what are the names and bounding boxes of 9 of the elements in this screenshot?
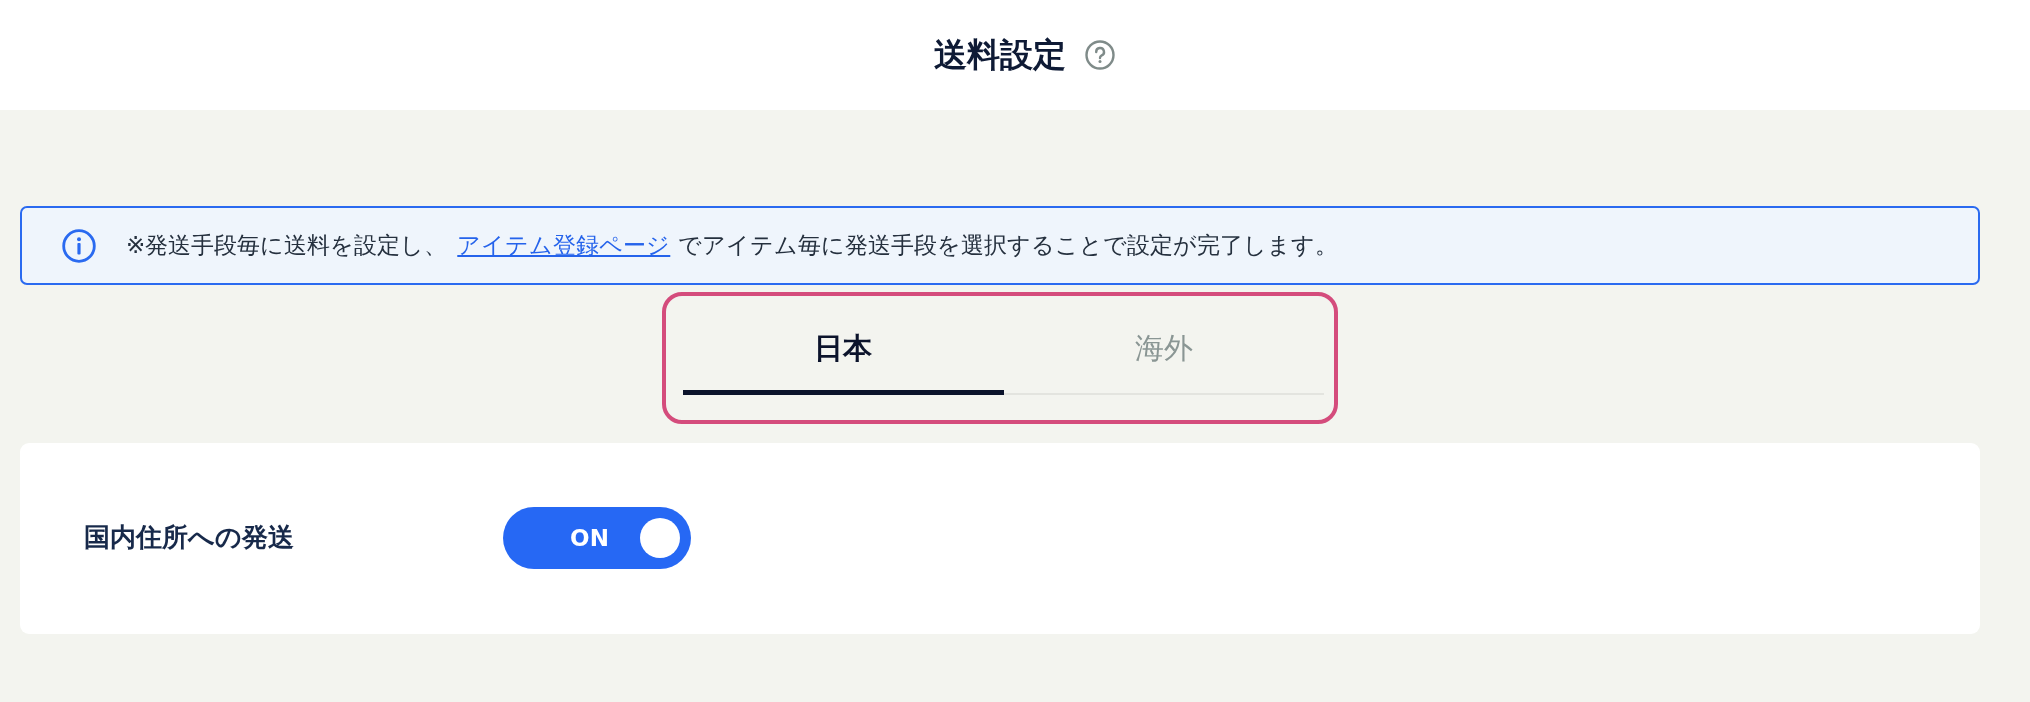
help-icon[interactable] — [1084, 40, 1115, 70]
page-title: 送料設定 — [933, 35, 1066, 75]
setting-label: 国内住所への発送 — [84, 521, 295, 555]
tab[interactable]: 海外 — [1003, 296, 1324, 395]
item-registration-link[interactable]: アイテム登録ページ — [457, 232, 671, 258]
toggle-switch[interactable]: ON — [503, 506, 691, 569]
tab[interactable]: 日本 — [683, 296, 1004, 395]
notice-text: ※発送手段毎に送料を設定し、 アイテム登録ページ でアイテム毎に発送手段を選択することで設定が完了します。 — [126, 231, 1339, 260]
info-icon — [62, 228, 96, 263]
